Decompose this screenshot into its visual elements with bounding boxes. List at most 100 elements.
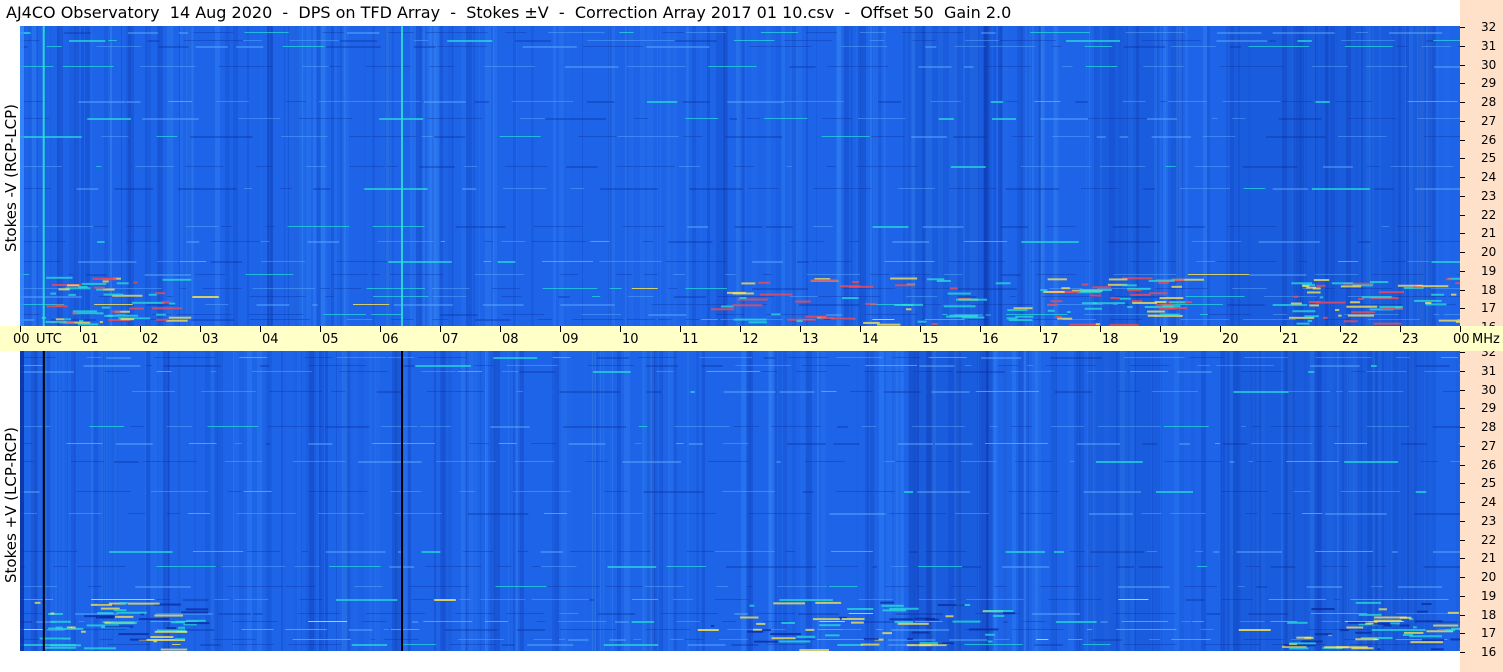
burst-streak [771, 313, 781, 316]
interference-line [821, 136, 870, 137]
interference-line [200, 644, 221, 646]
interference-line [686, 551, 714, 552]
interference-line [153, 357, 216, 358]
interference-line [609, 288, 622, 289]
burst-streak [1377, 648, 1381, 651]
interference-line [1185, 599, 1205, 601]
interference-line [1448, 296, 1460, 297]
interference-line [366, 66, 411, 67]
texture-column [306, 26, 311, 326]
burst-streak [890, 277, 918, 280]
frequency-tick-mark [1460, 139, 1465, 141]
frequency-tick-mark [1460, 408, 1465, 410]
burst-streak [1169, 301, 1186, 304]
interference-line [292, 461, 346, 462]
interference-line [66, 443, 103, 444]
interference-line [1143, 188, 1155, 190]
interference-line [578, 136, 617, 137]
interference-line [1002, 566, 1050, 568]
burst-streak [748, 321, 767, 324]
texture-column [81, 26, 84, 326]
texture-column [55, 351, 57, 651]
interference-line [1450, 461, 1460, 462]
interference-line [179, 261, 207, 262]
burst-streak [1347, 314, 1375, 317]
burst-streak [1309, 304, 1319, 307]
interference-line [1087, 371, 1127, 372]
utc-tick-mark [1460, 326, 1461, 332]
burst-streak [166, 627, 176, 630]
interference-line [722, 491, 775, 492]
interference-line [965, 40, 999, 41]
burst-streak [50, 612, 55, 615]
texture-column [768, 351, 774, 651]
texture-column [477, 351, 478, 651]
interference-line [99, 639, 114, 640]
interference-line [1401, 443, 1427, 445]
interference-line [329, 566, 381, 567]
burst-streak [1421, 638, 1445, 641]
texture-column [531, 26, 534, 326]
burst-streak [796, 635, 816, 638]
interference-line [475, 274, 525, 275]
interference-line [156, 566, 216, 567]
burst-streak [1093, 302, 1125, 305]
interference-line [985, 314, 991, 316]
interference-line [1177, 371, 1212, 373]
burst-streak [118, 633, 149, 636]
interference-line [687, 226, 709, 228]
interference-line [1322, 166, 1353, 168]
interference-line [909, 551, 919, 553]
interference-line [1315, 357, 1372, 358]
interference-line [897, 443, 934, 445]
burst-streak [740, 616, 759, 619]
texture-column [790, 26, 791, 326]
interference-line [490, 426, 530, 428]
interference-line [178, 188, 237, 190]
burst-streak [752, 628, 763, 631]
texture-column [1025, 26, 1031, 326]
utc-tick-label: 06 [382, 332, 399, 347]
interference-line [458, 639, 504, 640]
burst-streak [1365, 622, 1374, 625]
burst-streak [185, 608, 209, 611]
burst-streak [160, 301, 170, 304]
interference-line [1270, 566, 1296, 568]
interference-line [527, 644, 574, 646]
burst-streak [1306, 291, 1321, 294]
interference-line [1249, 274, 1307, 276]
interference-line [444, 629, 498, 631]
texture-column [31, 351, 35, 651]
interference-line [1021, 241, 1079, 243]
interference-line [447, 40, 493, 42]
interference-line [143, 461, 197, 462]
texture-column [325, 351, 328, 651]
texture-column [62, 351, 64, 651]
interference-line [836, 357, 883, 358]
interference-line [607, 566, 657, 568]
texture-column [1026, 351, 1029, 651]
burst-streak [72, 310, 98, 313]
texture-column [265, 351, 270, 651]
interference-line [859, 32, 887, 33]
interference-line [245, 274, 294, 275]
texture-column [881, 26, 882, 326]
interference-line [20, 371, 74, 373]
interference-line [1227, 304, 1265, 306]
interference-line [1381, 261, 1408, 262]
interference-line [706, 371, 760, 372]
burst-streak [154, 614, 183, 617]
burst-streak [81, 630, 86, 633]
texture-column [766, 26, 771, 326]
interference-line [68, 274, 74, 275]
interference-line [127, 513, 146, 514]
burst-streak [799, 648, 830, 651]
frequency-tick-mark [1460, 464, 1465, 466]
interference-line [1187, 274, 1250, 275]
interference-line [227, 586, 284, 587]
frequency-tick-label: 19 [1481, 588, 1497, 603]
interference-line [826, 314, 843, 316]
interference-line [325, 551, 386, 553]
interference-line [826, 166, 836, 167]
interference-line [725, 136, 783, 138]
